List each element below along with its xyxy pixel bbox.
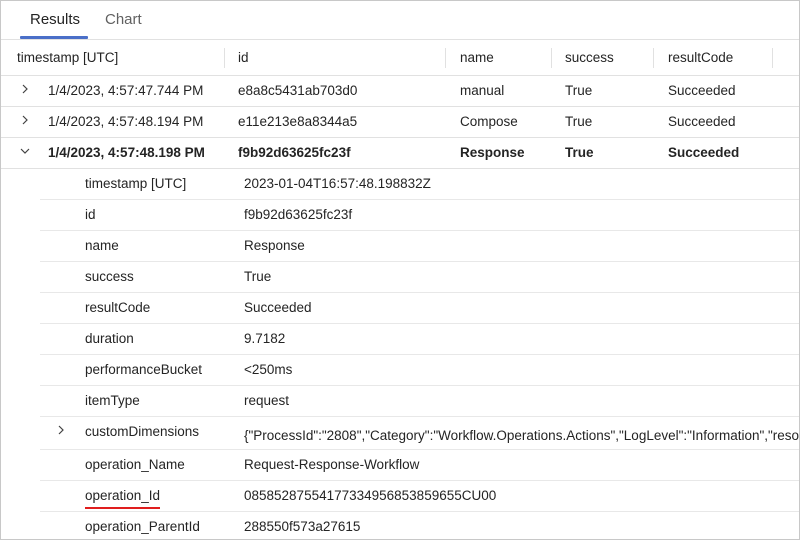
detail-row: resultCode Succeeded	[40, 293, 799, 324]
cell-success: True	[565, 114, 593, 129]
detail-value: 2023-01-04T16:57:48.198832Z	[244, 176, 431, 191]
detail-row: timestamp [UTC] 2023-01-04T16:57:48.1988…	[40, 169, 799, 200]
detail-row-expandable[interactable]: customDimensions {"ProcessId":"2808","Ca…	[40, 417, 800, 450]
detail-value: 9.7182	[244, 331, 286, 346]
detail-value: Response	[244, 238, 305, 253]
column-resize-handle[interactable]	[653, 48, 654, 68]
detail-row: performanceBucket <250ms	[40, 355, 799, 386]
cell-resultcode: Succeeded	[668, 145, 740, 160]
highlight-underline	[85, 507, 160, 509]
detail-key: customDimensions	[85, 424, 200, 439]
cell-name: manual	[460, 83, 505, 98]
column-resize-handle[interactable]	[551, 48, 552, 68]
detail-key: timestamp [UTC]	[85, 176, 187, 191]
column-header-success[interactable]: success	[565, 50, 614, 65]
cell-name: Compose	[460, 114, 518, 129]
detail-value: Request-Response-Workflow	[244, 457, 420, 472]
column-resize-handle[interactable]	[224, 48, 225, 68]
tab-results[interactable]: Results	[30, 11, 80, 28]
detail-key: operation_ParentId	[85, 519, 200, 534]
detail-row: operation_Id 085852875541773349568538596…	[40, 481, 799, 512]
cell-timestamp: 1/4/2023, 4:57:48.198 PM	[48, 145, 205, 160]
cell-name: Response	[460, 145, 525, 160]
cell-timestamp: 1/4/2023, 4:57:48.194 PM	[48, 114, 204, 129]
cell-id: e11e213e8a8344a5	[238, 114, 358, 129]
detail-row: itemType request	[40, 386, 799, 417]
detail-key: performanceBucket	[85, 362, 203, 377]
chevron-down-icon[interactable]	[18, 143, 32, 159]
detail-value: Succeeded	[244, 300, 312, 315]
tab-bar: Results Chart	[1, 1, 799, 40]
chevron-right-icon[interactable]	[18, 112, 32, 128]
detail-value: 288550f573a27615	[244, 519, 361, 534]
table-row[interactable]: 1/4/2023, 4:57:48.194 PM e11e213e8a8344a…	[1, 107, 799, 138]
detail-key: name	[85, 238, 119, 253]
active-tab-indicator	[20, 36, 88, 39]
detail-key: id	[85, 207, 96, 222]
detail-key: operation_Name	[85, 457, 185, 472]
column-resize-handle[interactable]	[772, 48, 773, 68]
detail-row: duration 9.7182	[40, 324, 799, 355]
detail-key: resultCode	[85, 300, 151, 315]
detail-key: itemType	[85, 393, 140, 408]
detail-value: True	[244, 269, 272, 284]
detail-key: operation_Id	[85, 488, 161, 503]
cell-id: e8a8c5431ab703d0	[238, 83, 358, 98]
detail-row: name Response	[40, 231, 799, 262]
detail-value: f9b92d63625fc23f	[244, 207, 353, 222]
table-header: timestamp [UTC] id name success resultCo…	[1, 40, 799, 76]
detail-row: operation_ParentId 288550f573a27615	[40, 512, 799, 539]
detail-key: success	[85, 269, 134, 284]
detail-value: {"ProcessId":"2808","Category":"Workflow…	[244, 428, 800, 443]
table-row[interactable]: 1/4/2023, 4:57:47.744 PM e8a8c5431ab703d…	[1, 76, 799, 107]
detail-row: id f9b92d63625fc23f	[40, 200, 799, 231]
cell-resultcode: Succeeded	[668, 83, 736, 98]
tab-chart[interactable]: Chart	[105, 11, 142, 28]
detail-value: request	[244, 393, 290, 408]
cell-success: True	[565, 83, 593, 98]
table-row-expanded[interactable]: 1/4/2023, 4:57:48.198 PM f9b92d63625fc23…	[1, 138, 799, 169]
cell-success: True	[565, 145, 594, 160]
column-header-id[interactable]: id	[238, 50, 249, 65]
column-header-resultcode[interactable]: resultCode	[668, 50, 733, 65]
detail-value: 08585287554177334956853859655CU00	[244, 488, 497, 503]
chevron-right-icon[interactable]	[54, 422, 68, 438]
cell-timestamp: 1/4/2023, 4:57:47.744 PM	[48, 83, 204, 98]
cell-id: f9b92d63625fc23f	[238, 145, 351, 160]
detail-value: <250ms	[244, 362, 293, 377]
column-header-name[interactable]: name	[460, 50, 494, 65]
chevron-right-icon[interactable]	[18, 81, 32, 97]
column-resize-handle[interactable]	[445, 48, 446, 68]
detail-key: duration	[85, 331, 134, 346]
detail-row: success True	[40, 262, 799, 293]
cell-resultcode: Succeeded	[668, 114, 736, 129]
results-panel: Results Chart timestamp [UTC] id name su…	[0, 0, 800, 540]
detail-row: operation_Name Request-Response-Workflow	[40, 450, 799, 481]
column-header-timestamp[interactable]: timestamp [UTC]	[17, 50, 118, 65]
